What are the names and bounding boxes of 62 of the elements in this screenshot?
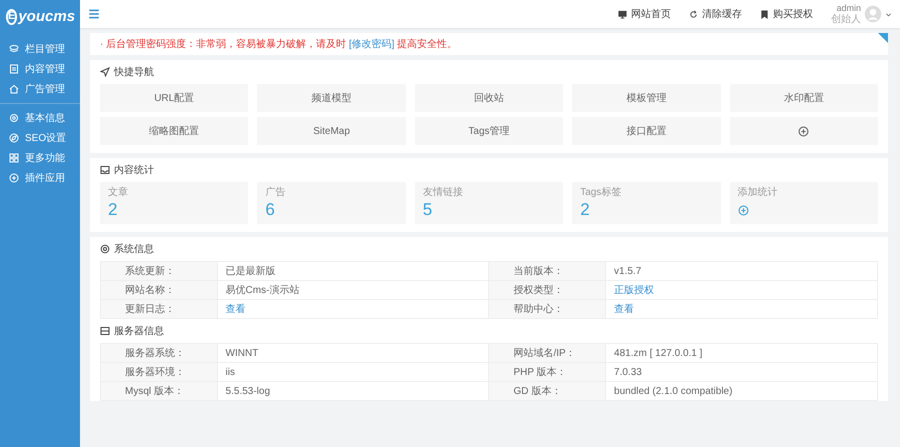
info-value: 7.0.33 xyxy=(614,366,642,378)
info-label: 网站名称： xyxy=(101,281,218,300)
sidebar-item[interactable]: 内容管理 xyxy=(0,59,80,79)
info-label: 更新日志： xyxy=(101,300,218,319)
sidebar-item[interactable]: 插件应用 xyxy=(0,168,80,188)
info-value: 5.5.53-log xyxy=(226,386,270,396)
stat-label: 友情链接 xyxy=(422,186,464,199)
change-password-link[interactable]: [修改密码] xyxy=(348,39,394,50)
quick-nav-button[interactable]: URL配置 xyxy=(100,84,248,112)
user-role: 创始人 xyxy=(831,14,861,25)
panel-title: 系统信息 xyxy=(114,242,154,256)
panel-title: 服务器信息 xyxy=(114,324,164,338)
sidebar-item[interactable]: SEO设置 xyxy=(0,128,80,148)
info-label: 服务器系统： xyxy=(101,344,218,363)
quick-nav-button[interactable]: 回收站 xyxy=(414,84,564,112)
info-value: 481.zm [ 127.0.0.1 ] xyxy=(614,348,702,358)
stat-label: 广告 xyxy=(265,186,286,199)
quick-nav-button[interactable]: 缩略图配置 xyxy=(100,117,248,145)
quick-nav-button[interactable]: SiteMap xyxy=(257,117,406,145)
sidebar-item[interactable]: 更多功能 xyxy=(0,148,80,168)
info-label: 服务器环境： xyxy=(101,363,218,382)
info-value: 已是最新版 xyxy=(226,264,276,278)
quick-nav-button[interactable]: 模板管理 xyxy=(572,84,721,112)
info-label: 帮助中心： xyxy=(489,300,606,319)
stat-count: 5 xyxy=(422,199,434,221)
stat-label: 添加统计 xyxy=(738,186,779,199)
top-link[interactable]: 清除缓存 xyxy=(689,7,742,21)
info-link[interactable]: 查看 xyxy=(614,302,634,316)
logo-text: youcms xyxy=(18,8,76,25)
info-link[interactable]: 正版授权 xyxy=(614,283,654,297)
info-value: bundled (2.1.0 compatible) xyxy=(614,386,732,396)
top-link[interactable]: 购买授权 xyxy=(760,7,813,21)
notice-text: · 后台管理密码强度：非常弱，容易被暴力破解，请及时 [修改密码] 提高安全性。 xyxy=(100,38,458,51)
info-label: 当前版本： xyxy=(489,262,606,281)
user-name[interactable]: admin xyxy=(836,3,861,14)
panel-title: 内容统计 xyxy=(114,164,154,177)
stat-label: 文章 xyxy=(108,186,129,199)
info-value: WINNT xyxy=(226,348,258,358)
panel-title: 快捷导航 xyxy=(114,66,154,79)
sidebar-item[interactable]: 基本信息 xyxy=(0,108,80,128)
sidebar-item[interactable]: 栏目管理 xyxy=(0,39,80,59)
info-value: v1.5.7 xyxy=(614,266,642,276)
stat-tile[interactable]: 添加统计 xyxy=(730,182,878,224)
stat-count: 6 xyxy=(265,199,276,221)
info-label: 系统更新： xyxy=(101,262,218,281)
info-label: Mysql 版本： xyxy=(101,382,218,401)
info-value: 易优Cms-演示站 xyxy=(226,284,300,297)
stat-count: 2 xyxy=(108,199,118,221)
info-label: GD 版本： xyxy=(489,382,606,401)
quick-nav-button[interactable]: 接口配置 xyxy=(572,117,721,145)
info-label: 网站域名/IP： xyxy=(489,344,606,363)
stat-label: Tags标签 xyxy=(580,186,622,199)
quick-nav-button[interactable]: Tags管理 xyxy=(414,117,564,145)
info-value: iis xyxy=(226,366,235,378)
sidebar-item[interactable]: 广告管理 xyxy=(0,79,80,99)
quick-nav-button[interactable]: 水印配置 xyxy=(730,84,878,112)
info-link[interactable]: 查看 xyxy=(226,302,246,316)
stat-count: 2 xyxy=(580,199,591,221)
info-label: PHP 版本： xyxy=(489,363,606,382)
quick-nav-button[interactable]: 频道模型 xyxy=(257,84,406,112)
info-label: 授权类型： xyxy=(489,281,606,300)
top-link[interactable]: 网站首页 xyxy=(618,7,671,21)
